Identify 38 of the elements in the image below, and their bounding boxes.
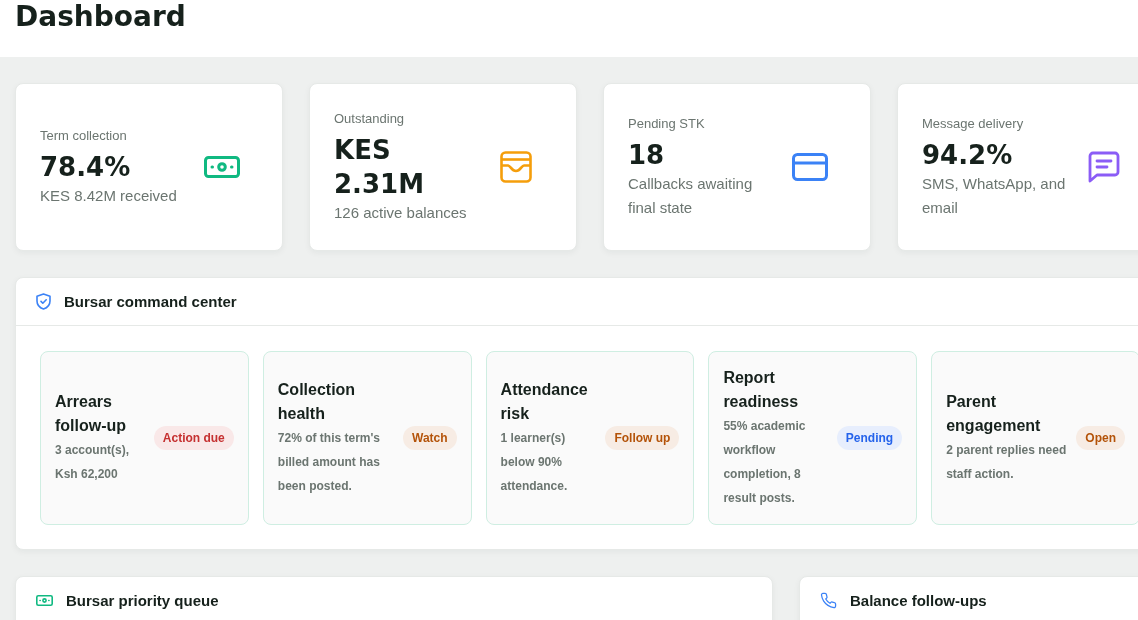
stat-detail: 126 active balances [334, 202, 468, 223]
banknote-icon [36, 595, 53, 606]
panel-title: Bursar priority queue [66, 592, 219, 609]
shield-check-icon [36, 293, 51, 310]
phone-icon [820, 592, 837, 609]
stat-label: Term collection [40, 126, 128, 145]
status-badge: Watch [403, 426, 457, 450]
wallet-icon [500, 151, 532, 183]
page-title: Dashboard [15, 0, 186, 34]
stat-value: 94.2% [922, 138, 1014, 172]
stat-detail: KES 8.42M received [40, 185, 178, 206]
stat-label: Message delivery [922, 114, 1025, 133]
card-description: 55% academic workflow completion, 8 result posts. [723, 418, 807, 507]
card-description: 1 learner(s) below 90% attendance. [500, 430, 569, 495]
card-title: Parent engagement [946, 392, 1042, 436]
stat-value: 18 [628, 138, 666, 172]
stat-detail: Callbacks awaiting final state [628, 173, 754, 218]
stat-value: KES 2.31M [334, 133, 426, 201]
status-badge: Pending [836, 426, 903, 450]
card-description: 2 parent replies need staff action. [946, 442, 1068, 483]
card-title: Report readiness [723, 368, 800, 412]
card-description: 3 account(s), Ksh 62,200 [55, 442, 130, 483]
panel-title: Bursar command center [64, 293, 237, 310]
credit-card-icon [792, 153, 828, 181]
panel-title: Balance follow-ups [850, 592, 987, 609]
stat-label: Outstanding [334, 109, 406, 128]
stat-detail: SMS, WhatsApp, and email [922, 173, 1067, 218]
status-badge: Follow up [605, 426, 680, 450]
card-title: Attendance risk [500, 380, 589, 424]
card-title: Arrears follow-up [55, 392, 128, 436]
stat-value: 78.4% [40, 150, 132, 184]
status-badge: Open [1076, 426, 1125, 450]
banknote-icon [204, 156, 240, 178]
card-description: 72% of this term's billed amount has been posted. [277, 430, 381, 495]
status-badge: Action due [153, 426, 234, 450]
message-icon [1088, 151, 1120, 183]
card-title: Collection health [277, 380, 357, 424]
stat-label: Pending STK [628, 114, 706, 133]
